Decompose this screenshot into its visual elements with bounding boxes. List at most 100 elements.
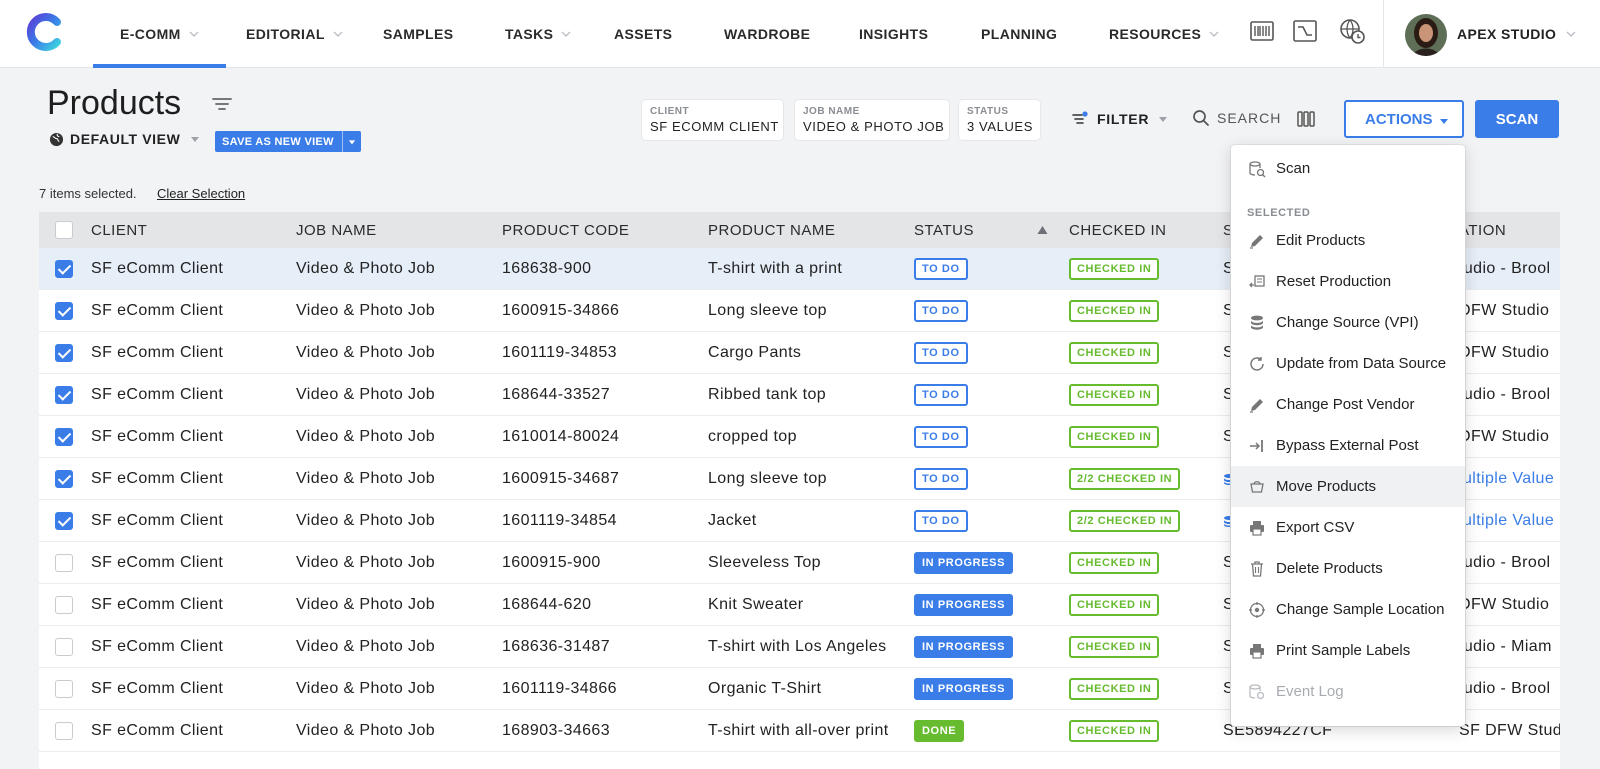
view-settings-icon[interactable] (211, 94, 233, 116)
studio-name: APEX STUDIO (1457, 26, 1557, 42)
nav-item-resources[interactable]: RESOURCES (1109, 0, 1219, 68)
studio-switcher[interactable]: APEX STUDIO (1457, 0, 1576, 68)
menu-item-update-from-data-source[interactable]: Update from Data Source (1231, 343, 1465, 384)
column-header-status[interactable]: STATUS (914, 212, 974, 248)
barcode-icon[interactable] (1248, 17, 1276, 45)
cell-product-code: 1601119-34866 (502, 679, 617, 697)
page-title: Products (47, 84, 182, 122)
row-checkbox[interactable] (55, 470, 73, 488)
clear-selection-link[interactable]: Clear Selection (157, 186, 245, 201)
select-all-checkbox[interactable] (55, 221, 73, 239)
chevron-down-icon (561, 31, 571, 37)
menu-item-move-products[interactable]: Move Products (1231, 466, 1465, 507)
cell-job-name: Video & Photo Job (296, 679, 436, 697)
printer-icon (1250, 521, 1264, 536)
column-header-client[interactable]: CLIENT (91, 212, 147, 248)
chart-window-icon[interactable] (1291, 17, 1319, 45)
row-checkbox[interactable] (55, 638, 73, 656)
cell-product-code: 1600915-34866 (502, 301, 620, 319)
chip-label: JOB NAME (803, 106, 860, 117)
nav-label: SAMPLES (383, 26, 454, 42)
refresh-icon (1250, 357, 1264, 371)
selection-count: 7 items selected. (39, 186, 137, 201)
view-label: DEFAULT VIEW (70, 131, 181, 147)
save-as-new-view-button[interactable]: SAVE AS NEW VIEW (215, 131, 361, 152)
cell-location[interactable]: lultiple Value (1459, 458, 1554, 499)
menu-item-scan[interactable]: Scan (1231, 148, 1465, 189)
cell-job-name: Video & Photo Job (296, 511, 436, 529)
globe-clock-icon[interactable] (1338, 17, 1366, 45)
menu-item-reset-production[interactable]: Reset Production (1231, 261, 1465, 302)
nav-item-editorial[interactable]: EDITORIAL (246, 0, 343, 68)
filter-button[interactable]: FILTER (1071, 110, 1168, 128)
row-checkbox[interactable] (55, 386, 73, 404)
nav-item-e-comm[interactable]: E-COMM (93, 0, 226, 68)
cell-location[interactable]: lultiple Value (1459, 500, 1554, 541)
checked-in-badge: CHECKED IN (1069, 551, 1160, 574)
row-checkbox[interactable] (55, 260, 73, 278)
row-checkbox[interactable] (55, 512, 73, 530)
menu-item-label: Edit Products (1276, 232, 1366, 249)
menu-item-delete-products[interactable]: Delete Products (1231, 548, 1465, 589)
status-badge: TO DO (914, 383, 968, 406)
app-logo-icon[interactable] (24, 12, 64, 52)
chevron-down-icon (333, 31, 343, 37)
menu-item-edit-products[interactable]: Edit Products (1231, 220, 1465, 261)
menu-item-change-sample-location[interactable]: Change Sample Location (1231, 589, 1465, 630)
row-checkbox[interactable] (55, 680, 73, 698)
column-header-checked-in[interactable]: CHECKED IN (1069, 212, 1167, 248)
cell-job-name: Video & Photo Job (296, 553, 436, 571)
column-header-job-name[interactable]: JOB NAME (296, 212, 377, 248)
avatar[interactable] (1405, 14, 1447, 56)
row-checkbox[interactable] (55, 344, 73, 362)
menu-item-bypass-external-post[interactable]: Bypass External Post (1231, 425, 1465, 466)
checked-in-badge: CHECKED IN (1069, 719, 1160, 742)
menu-item-change-post-vendor[interactable]: Change Post Vendor (1231, 384, 1465, 425)
menu-item-print-sample-labels[interactable]: Print Sample Labels (1231, 630, 1465, 671)
column-header-product-name[interactable]: PRODUCT NAME (708, 212, 835, 248)
checked-in-badge: CHECKED IN (1069, 383, 1160, 406)
filter-chip-client[interactable]: CLIENT SF ECOMM CLIENT (642, 100, 783, 140)
row-checkbox[interactable] (55, 428, 73, 446)
nav-item-planning[interactable]: PLANNING (981, 0, 1057, 68)
cell-checked-in: CHECKED IN (1069, 710, 1160, 751)
columns-icon[interactable] (1296, 109, 1316, 129)
cell-client: SF eComm Client (91, 553, 224, 571)
cell-job-name: Video & Photo Job (296, 637, 436, 655)
column-header-location[interactable]: ATION (1459, 212, 1506, 248)
menu-item-export-csv[interactable]: Export CSV (1231, 507, 1465, 548)
checked-in-badge: CHECKED IN (1069, 257, 1160, 280)
nav-item-samples[interactable]: SAMPLES (383, 0, 453, 68)
cell-client: SF eComm Client (91, 679, 224, 697)
caret-down-icon[interactable] (348, 138, 356, 146)
column-header-product-code[interactable]: PRODUCT CODE (502, 212, 629, 248)
nav-item-tasks[interactable]: TASKS (505, 0, 571, 68)
cell-location: DFW Studio (1459, 301, 1550, 319)
row-checkbox[interactable] (55, 596, 73, 614)
status-badge: IN PROGRESS (914, 551, 1014, 574)
menu-item-label: Change Post Vendor (1276, 396, 1415, 413)
move-cart-icon (1250, 481, 1264, 493)
row-checkbox[interactable] (55, 554, 73, 572)
cell-client: SF eComm Client (91, 721, 224, 739)
search-button[interactable]: SEARCH (1192, 109, 1281, 127)
bypass-arrow-icon (1250, 440, 1263, 452)
menu-item-change-source-vpi[interactable]: Change Source (VPI) (1231, 302, 1465, 343)
nav-item-assets[interactable]: ASSETS (614, 0, 672, 68)
actions-button[interactable]: ACTIONS (1344, 100, 1464, 138)
row-checkbox[interactable] (55, 302, 73, 320)
cell-job-name: Video & Photo Job (296, 721, 436, 739)
cell-job-name: Video & Photo Job (296, 343, 436, 361)
sort-ascending-icon[interactable] (1037, 225, 1048, 235)
status-badge: IN PROGRESS (914, 593, 1014, 616)
filter-chip-job-name[interactable]: JOB NAME VIDEO & PHOTO JOB (795, 100, 949, 140)
chevron-down-icon (1209, 31, 1219, 37)
filter-chip-status[interactable]: STATUS 3 VALUES (959, 100, 1040, 140)
cell-status: TO DO (914, 290, 968, 331)
nav-item-insights[interactable]: INSIGHTS (859, 0, 928, 68)
row-checkbox[interactable] (55, 722, 73, 740)
scan-button[interactable]: SCAN (1475, 100, 1559, 138)
view-selector[interactable]: DEFAULT VIEW (49, 131, 200, 147)
cell-checked-in: CHECKED IN (1069, 542, 1160, 583)
nav-item-wardrobe[interactable]: WARDROBE (724, 0, 810, 68)
